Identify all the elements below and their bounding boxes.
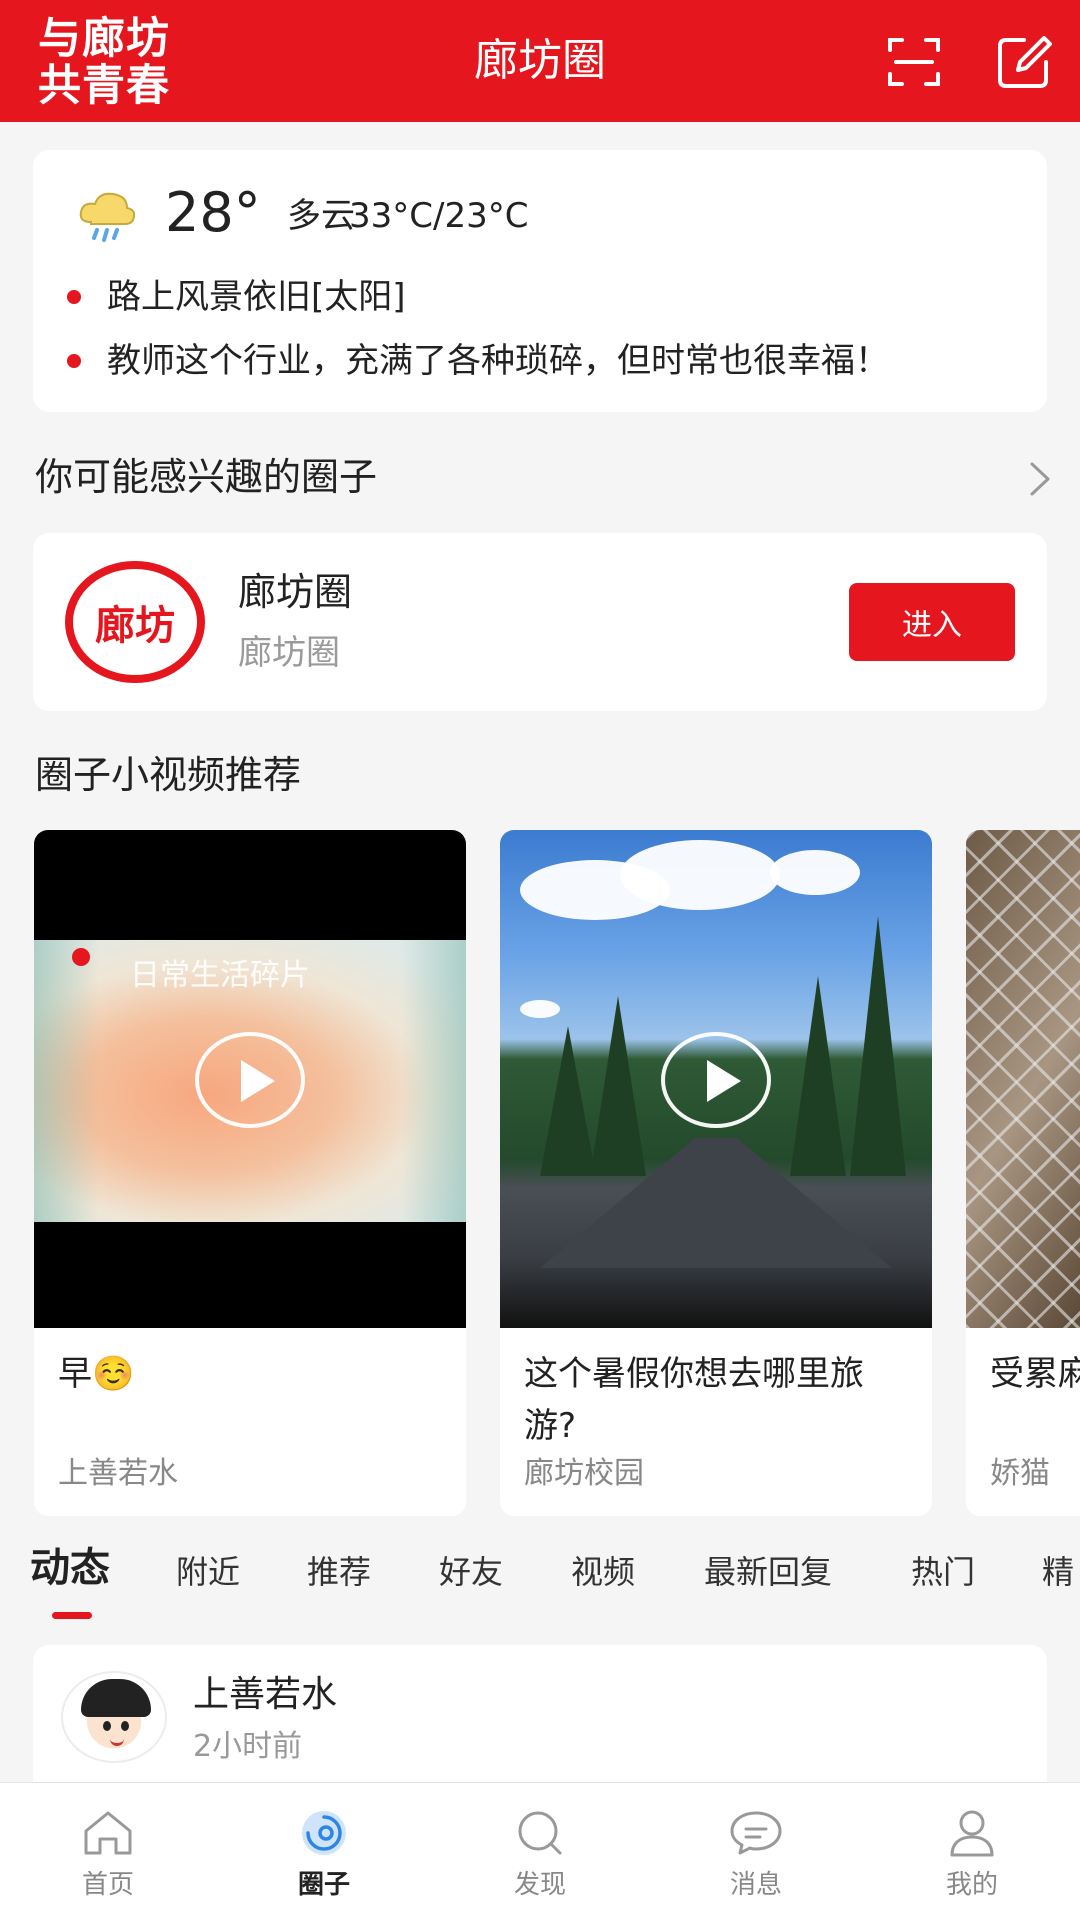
news-headline-text: 路上风景依旧[太阳] <box>107 277 406 317</box>
video-card[interactable]: 日常生活碎片 早☺️ 上善若水 <box>34 830 466 1516</box>
tab-friends[interactable]: 好友 <box>439 1550 503 1594</box>
video-thumbnail[interactable] <box>966 830 1080 1328</box>
enter-button[interactable]: 进入 <box>849 583 1015 661</box>
video-card[interactable]: 这个暑假你想去哪里旅游? 廊坊校园 <box>500 830 932 1516</box>
avatar-eye <box>103 1721 111 1731</box>
bullet-dot <box>67 290 81 304</box>
nav-label: 发现 <box>513 1870 566 1900</box>
chevron-right-icon[interactable] <box>1024 460 1054 498</box>
app-screen: 与廊坊 共青春 廊坊圈 28° 多云 33°C/23°C 路上风景依旧[太阳] … <box>0 0 1080 1920</box>
nav-label: 首页 <box>81 1870 134 1900</box>
nav-messages[interactable]: 消息 <box>648 1783 864 1920</box>
avatar[interactable] <box>61 1671 167 1763</box>
circle-icon <box>302 1811 346 1855</box>
post-timestamp: 2小时前 <box>193 1729 303 1764</box>
video-author: 上善若水 <box>58 1456 178 1491</box>
cloud-rain-icon <box>79 192 136 242</box>
cloud-shape <box>520 1000 560 1018</box>
circle-card[interactable]: 廊坊 廊坊圈 廊坊圈 进入 <box>33 533 1047 711</box>
tab-hot[interactable]: 热门 <box>911 1550 975 1594</box>
temperature: 28° <box>165 181 261 244</box>
tab-nearby[interactable]: 附近 <box>176 1550 240 1594</box>
video-title: 受累麻 [抱拳 <box>990 1354 1080 1394</box>
video-title: 这个暑假你想去哪里旅游? <box>524 1354 864 1446</box>
thumbnail-caption: 日常生活碎片 <box>130 958 310 993</box>
cloud-shape <box>770 850 860 895</box>
edit-icon[interactable] <box>996 34 1052 90</box>
cloud-shape <box>620 840 780 910</box>
tab-latest-reply[interactable]: 最新回复 <box>704 1550 832 1594</box>
nav-circle[interactable]: 圈子 <box>216 1783 432 1920</box>
play-icon[interactable] <box>195 1032 305 1128</box>
tab-featured[interactable]: 精 <box>1042 1550 1074 1594</box>
circle-logo: 廊坊 <box>65 561 205 683</box>
bottom-navigation: 首页 圈子 发现 消息 我的 <box>0 1782 1080 1920</box>
weather-condition: 多云 <box>287 196 355 236</box>
tab-recommend[interactable]: 推荐 <box>307 1550 371 1594</box>
home-icon <box>84 1811 132 1855</box>
video-author: 廊坊校园 <box>524 1456 644 1491</box>
nav-label: 圈子 <box>297 1870 350 1900</box>
weather-card[interactable]: 28° 多云 33°C/23°C 路上风景依旧[太阳] 教师这个行业，充满了各种… <box>33 150 1047 412</box>
circle-subtitle: 廊坊圈 <box>238 633 340 673</box>
bullet-dot <box>67 354 81 368</box>
app-header: 与廊坊 共青春 廊坊圈 <box>0 0 1080 122</box>
tab-video[interactable]: 视频 <box>571 1550 635 1594</box>
tree-shape <box>850 916 906 1176</box>
profile-icon <box>950 1810 994 1857</box>
tab-dynamic[interactable]: 动态 <box>30 1542 110 1594</box>
circle-name: 廊坊圈 <box>238 570 353 614</box>
news-headline-text: 教师这个行业，充满了各种琐碎，但时常也很幸福！ <box>107 341 889 381</box>
record-dot-icon <box>72 948 90 966</box>
feed-tabs: 动态 附近 推荐 好友 视频 最新回复 热门 精 <box>0 1540 1080 1620</box>
video-thumbnail[interactable]: 日常生活碎片 <box>34 830 466 1328</box>
temperature-range: 33°C/23°C <box>349 196 529 236</box>
news-headline[interactable]: 教师这个行业，充满了各种琐碎，但时常也很幸福！ <box>67 338 889 384</box>
video-thumbnail[interactable] <box>500 830 932 1328</box>
tree-shape <box>590 996 646 1176</box>
discover-icon <box>518 1811 562 1855</box>
video-title: 早☺️ <box>58 1354 135 1394</box>
fence-texture <box>966 830 1080 1328</box>
post-card[interactable]: 上善若水 2小时前 <box>33 1645 1047 1805</box>
nav-label: 消息 <box>729 1870 782 1900</box>
scan-icon[interactable] <box>886 34 942 90</box>
nav-label: 我的 <box>945 1870 998 1900</box>
tree-shape <box>540 1026 596 1176</box>
nav-discover[interactable]: 发现 <box>432 1783 648 1920</box>
avatar-eye <box>121 1721 129 1731</box>
nav-profile[interactable]: 我的 <box>864 1783 1080 1920</box>
avatar-mouth <box>110 1739 124 1746</box>
interest-section-title: 你可能感兴趣的圈子 <box>35 455 378 499</box>
video-section-title: 圈子小视频推荐 <box>35 753 302 797</box>
message-icon <box>730 1811 782 1855</box>
video-author: 娇猫 <box>990 1456 1050 1491</box>
play-icon[interactable] <box>661 1032 771 1128</box>
nav-home[interactable]: 首页 <box>0 1783 216 1920</box>
post-username[interactable]: 上善若水 <box>193 1671 337 1719</box>
video-carousel[interactable]: 日常生活碎片 早☺️ 上善若水 这个暑假你想去哪里旅游? 廊坊校园 受累麻 娇猫 <box>0 830 1080 1516</box>
avatar-hair <box>81 1679 151 1717</box>
video-card[interactable]: 受累麻 [抱拳 娇猫 <box>966 830 1080 1516</box>
news-headline[interactable]: 路上风景依旧[太阳] <box>67 274 406 320</box>
tree-shape <box>790 976 846 1176</box>
active-tab-indicator <box>52 1612 92 1619</box>
